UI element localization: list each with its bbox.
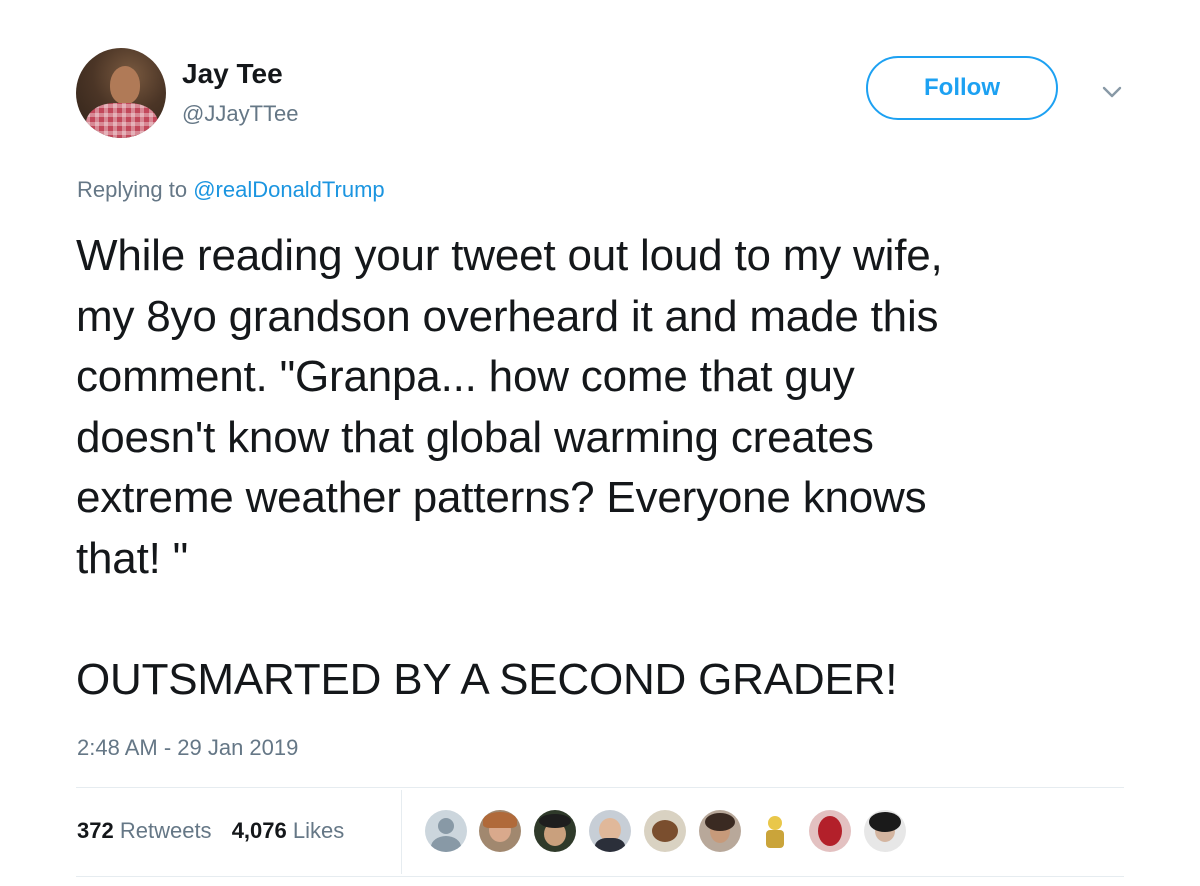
tweet-timestamp[interactable]: 2:48 AM - 29 Jan 2019 [77,734,298,762]
chevron-down-icon[interactable] [1098,82,1126,102]
liker-avatar[interactable] [809,810,851,852]
follow-button[interactable]: Follow [866,56,1058,120]
retweets-label: Retweets [119,818,212,843]
avatar-face [110,66,140,104]
tweet-text: While reading your tweet out loud to my … [76,231,943,704]
retweets-stat[interactable]: 372 Retweets [77,818,212,843]
tweet-stats: 372 Retweets 4,076 Likes [77,817,358,845]
likes-count: 4,076 [231,818,287,843]
replying-to-label: Replying to [77,177,194,202]
liker-avatar[interactable] [644,810,686,852]
stats-divider-top [76,787,1124,788]
retweets-count: 372 [77,818,114,843]
replying-to-line: Replying to @realDonaldTrump [77,176,385,204]
author-handle[interactable]: @JJayTTee [182,101,298,127]
avatar-shirt [86,103,158,138]
author-avatar[interactable] [76,48,166,138]
liker-avatar[interactable] [699,810,741,852]
stats-divider-bottom [76,876,1124,877]
author-name[interactable]: Jay Tee [182,57,283,91]
liker-avatar[interactable] [425,810,467,852]
liker-avatar[interactable] [589,810,631,852]
liker-avatar[interactable] [864,810,906,852]
likes-label: Likes [292,818,345,843]
liker-avatar[interactable] [754,810,796,852]
liker-avatar[interactable] [534,810,576,852]
reply-mention-link[interactable]: @realDonaldTrump [193,177,384,202]
stats-divider-vertical [401,790,402,874]
tweet-card: Jay Tee @JJayTTee Follow Replying to @re… [0,0,1200,886]
liker-avatar[interactable] [479,810,521,852]
likes-stat[interactable]: 4,076 Likes [232,818,345,843]
